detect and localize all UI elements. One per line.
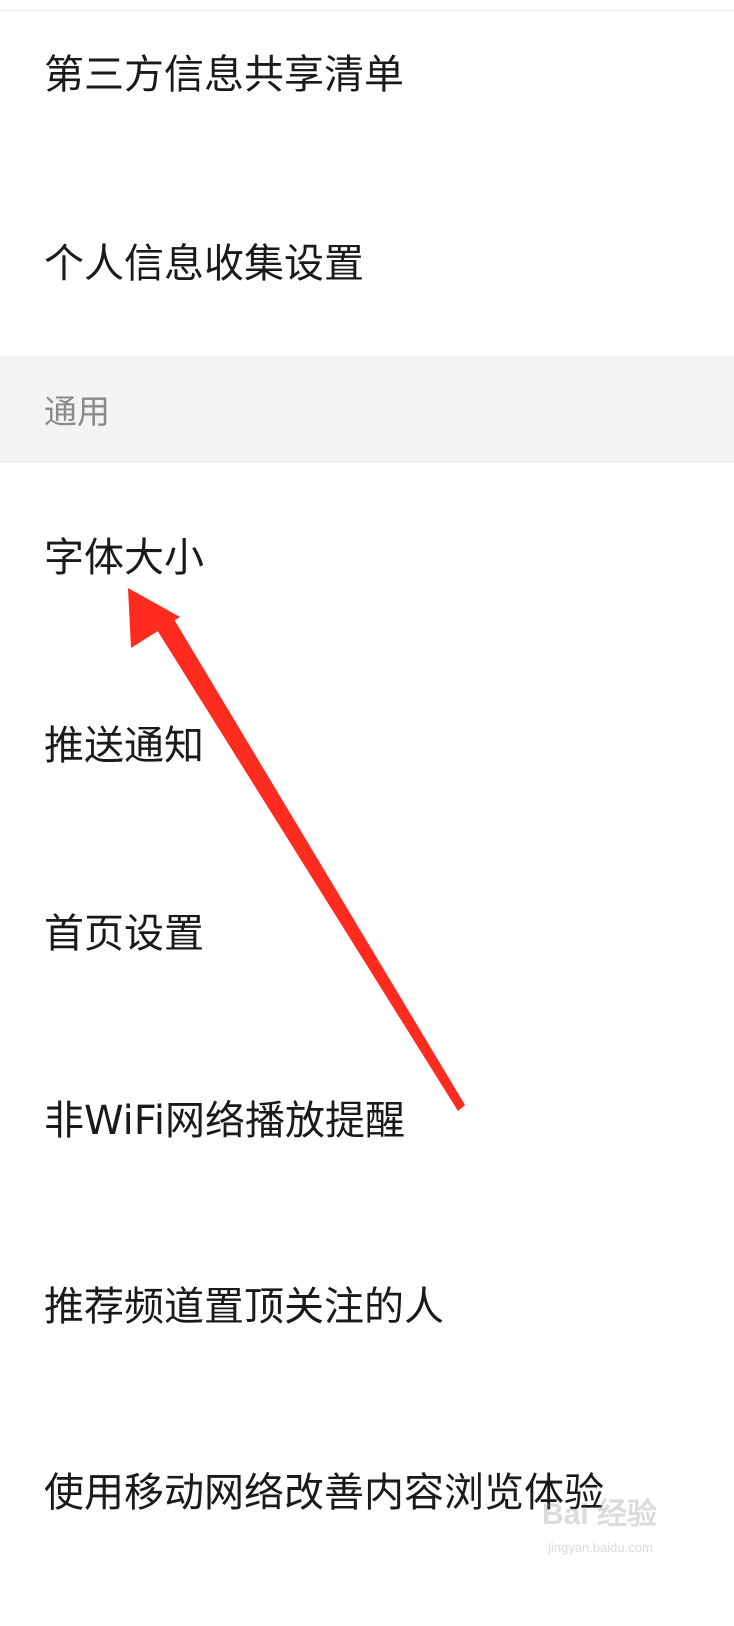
settings-item-non-wifi-playback-reminder[interactable]: 非WiFi网络播放提醒 — [44, 1097, 405, 1145]
watermark-url-text: jingyan.baidu.com — [547, 1540, 653, 1555]
settings-item-third-party-info-list[interactable]: 第三方信息共享清单 — [44, 51, 404, 99]
settings-item-home-settings[interactable]: 首页设置 — [44, 910, 204, 958]
arrow-head — [128, 588, 180, 648]
settings-item-mobile-network-improve-browsing[interactable]: 使用移动网络改善内容浏览体验 — [44, 1469, 604, 1517]
settings-item-push-notifications[interactable]: 推送通知 — [44, 722, 204, 770]
settings-item-recommended-channel-pin-followed[interactable]: 推荐频道置顶关注的人 — [44, 1283, 444, 1331]
settings-item-font-size[interactable]: 字体大小 — [44, 534, 204, 582]
arrow-shaft — [157, 616, 465, 1111]
section-header-label: 通用 — [44, 392, 110, 431]
top-divider — [0, 10, 734, 11]
section-header-general: 通用 — [0, 356, 734, 463]
settings-item-personal-info-collection[interactable]: 个人信息收集设置 — [44, 240, 364, 288]
